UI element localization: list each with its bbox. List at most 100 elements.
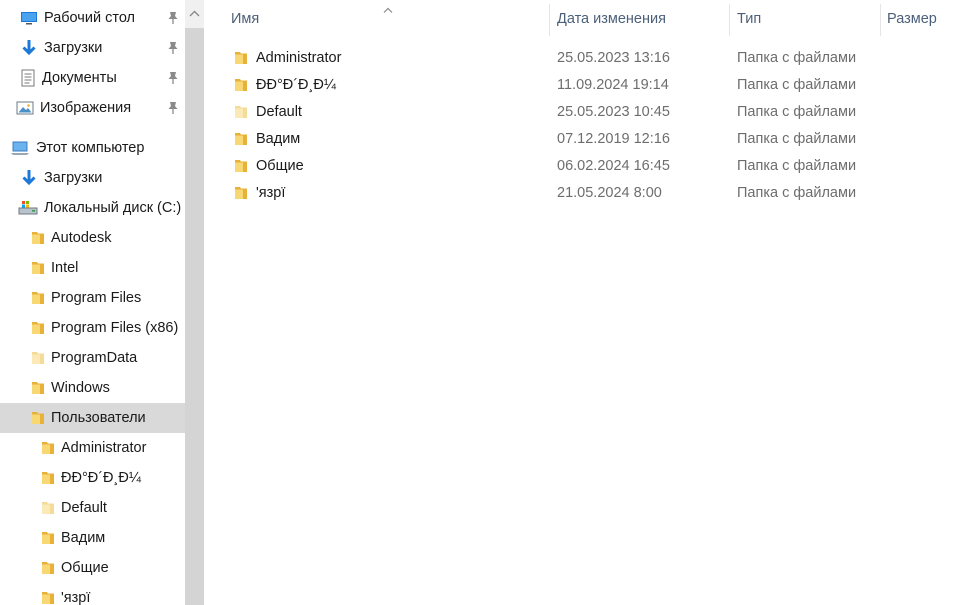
column-header-name-label: Имя	[231, 11, 260, 27]
pin-icon[interactable]	[167, 71, 179, 85]
column-header-size[interactable]: Размер	[887, 0, 937, 38]
nav-item[interactable]: Intel	[0, 253, 185, 283]
nav-item-label: ProgramData	[51, 350, 138, 366]
file-row[interactable]: ÐÐ°Ð´Ð¸Ð¼ 11.09.2024 19:14 Папка с файлами	[204, 71, 956, 98]
file-date: 07.12.2019 12:16	[557, 130, 670, 147]
nav-item[interactable]: ÐÐ°Ð´Ð¸Ð¼	[0, 463, 185, 493]
nav-item[interactable]: Administrator	[0, 433, 185, 463]
file-list-pane: Имя Дата изменения Тип Размер Administra…	[204, 0, 956, 605]
file-row[interactable]: Administrator 25.05.2023 13:16 Папка с фай…	[204, 44, 956, 71]
folder-icon	[31, 320, 45, 336]
folder-hidden-icon	[31, 350, 45, 366]
folder-icon	[234, 158, 248, 174]
nav-item[interactable]: Program Files	[0, 283, 185, 313]
column-divider[interactable]	[549, 4, 550, 36]
nav-item[interactable]: Загрузки	[0, 33, 185, 63]
folder-icon	[234, 131, 248, 147]
nav-item-label: Рабочий стол	[44, 10, 136, 26]
nav-item[interactable]: Windows	[0, 373, 185, 403]
sort-ascending-icon	[382, 2, 394, 13]
nav-item[interactable]: Документы	[0, 63, 185, 93]
folder-icon	[41, 560, 55, 576]
nav-item-label: ÐÐ°Ð´Ð¸Ð¼	[61, 470, 141, 486]
column-header-date-label: Дата изменения	[557, 11, 666, 27]
nav-item-label: Windows	[51, 380, 110, 396]
file-type: Папка с файлами	[737, 103, 857, 120]
file-name: Default	[256, 103, 302, 120]
this-pc-icon	[10, 140, 30, 156]
nav-item-label: Локальный диск (C:)	[44, 200, 182, 216]
nav-item[interactable]: Изображения	[0, 93, 185, 123]
folder-hidden-icon	[234, 104, 248, 120]
nav-item[interactable]: Локальный диск (C:)	[0, 193, 185, 223]
nav-item-label: Intel	[51, 260, 79, 276]
column-header-date[interactable]: Дата изменения	[557, 0, 666, 38]
nav-item[interactable]: Загрузки	[0, 163, 185, 193]
nav-item-label: Загрузки	[44, 170, 103, 186]
file-type: Папка с файлами	[737, 76, 857, 93]
folder-icon	[31, 410, 45, 426]
file-row[interactable]: Вадим 07.12.2019 12:16 Папка с файлами	[204, 125, 956, 152]
file-name-cell: 'язрї	[234, 179, 285, 206]
scroll-up-arrow-icon[interactable]	[185, 4, 204, 24]
nav-item[interactable]: Пользователи	[0, 403, 185, 433]
file-explorer-window: Рабочий стол Загрузки Документы Изображения…	[0, 0, 956, 605]
column-header-type[interactable]: Тип	[737, 0, 761, 38]
pin-icon[interactable]	[167, 11, 179, 25]
folder-icon	[234, 185, 248, 201]
nav-item-label: Пользователи	[51, 410, 146, 426]
nav-item[interactable]: 'язрї	[0, 583, 185, 605]
nav-item-label: Этот компьютер	[36, 140, 145, 156]
file-date: 06.02.2024 16:45	[557, 157, 670, 174]
nav-item[interactable]: Вадим	[0, 523, 185, 553]
file-type: Папка с файлами	[737, 157, 857, 174]
folder-icon	[41, 590, 55, 605]
column-header-name[interactable]: Имя	[231, 0, 259, 38]
column-divider[interactable]	[880, 4, 881, 36]
file-row[interactable]: 'язрї 21.05.2024 8:00 Папка с файлами	[204, 179, 956, 206]
folder-icon	[31, 230, 45, 246]
file-name-cell: Default	[234, 98, 302, 125]
documents-icon	[20, 69, 36, 87]
folder-icon	[234, 77, 248, 93]
file-row[interactable]: Default 25.05.2023 10:45 Папка с файлами	[204, 98, 956, 125]
navigation-scrollbar[interactable]	[185, 0, 204, 605]
file-name-cell: ÐÐ°Ð´Ð¸Ð¼	[234, 71, 336, 98]
file-name: Общие	[256, 157, 304, 174]
desktop-icon	[20, 10, 38, 26]
downloads-icon	[20, 169, 38, 187]
column-divider[interactable]	[729, 4, 730, 36]
nav-item[interactable]: Общие	[0, 553, 185, 583]
folder-icon	[31, 260, 45, 276]
file-date: 21.05.2024 8:00	[557, 184, 662, 201]
navigation-pane: Рабочий стол Загрузки Документы Изображения…	[0, 0, 185, 605]
file-name: Вадим	[256, 130, 301, 147]
pin-icon[interactable]	[167, 41, 179, 55]
nav-item-label: 'язрї	[61, 590, 91, 605]
scroll-thumb[interactable]	[185, 28, 204, 605]
pin-icon[interactable]	[167, 101, 179, 115]
nav-item[interactable]: Этот компьютер	[0, 133, 185, 163]
folder-icon	[31, 290, 45, 306]
folder-icon	[234, 50, 248, 66]
nav-item[interactable]: Рабочий стол	[0, 3, 185, 33]
file-type: Папка с файлами	[737, 130, 857, 147]
nav-item[interactable]: Program Files (x86)	[0, 313, 185, 343]
folder-hidden-icon	[41, 500, 55, 516]
nav-item-label: Program Files (x86)	[51, 320, 179, 336]
nav-item[interactable]: Autodesk	[0, 223, 185, 253]
file-name: 'язрї	[256, 184, 286, 201]
nav-item[interactable]: ProgramData	[0, 343, 185, 373]
file-name: Administrator	[256, 49, 342, 66]
nav-item-label: Вадим	[61, 530, 106, 546]
folder-icon	[31, 380, 45, 396]
file-date: 11.09.2024 19:14	[557, 76, 669, 93]
file-row[interactable]: Общие 06.02.2024 16:45 Папка с файлами	[204, 152, 956, 179]
file-name-cell: Общие	[234, 152, 304, 179]
nav-item-label: Program Files	[51, 290, 142, 306]
folder-icon	[41, 440, 55, 456]
nav-item[interactable]: Default	[0, 493, 185, 523]
file-type: Папка с файлами	[737, 184, 857, 201]
nav-item-label: Изображения	[40, 100, 132, 116]
folder-icon	[41, 470, 55, 486]
